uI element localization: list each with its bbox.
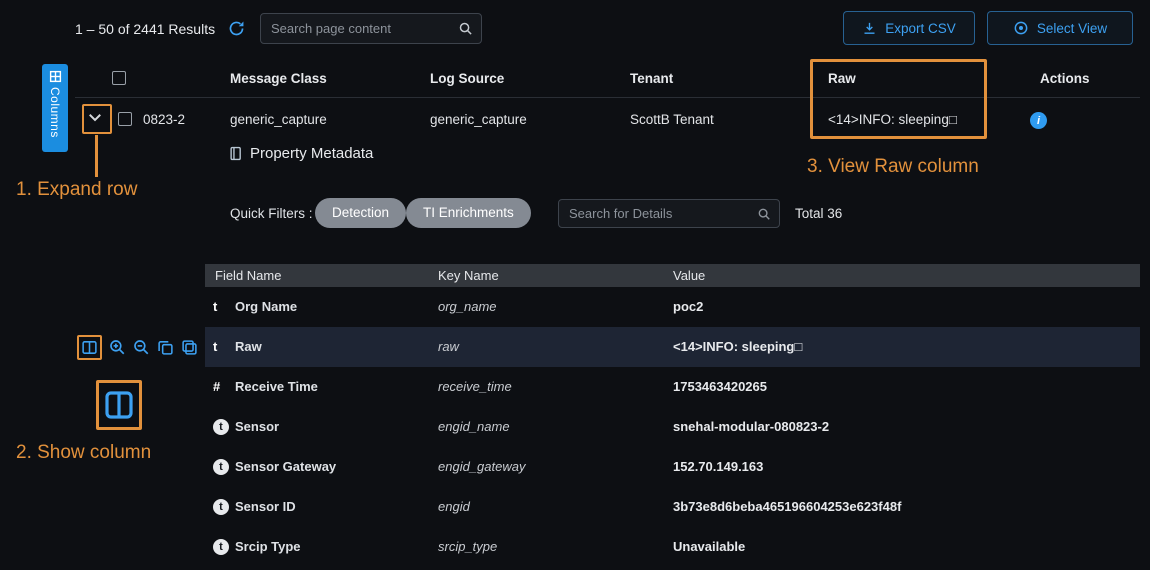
detail-key-name: engid: [438, 487, 470, 527]
results-count: 1 – 50 of 2441 Results: [75, 21, 215, 37]
search-icon: [757, 207, 779, 221]
detail-row[interactable]: t Sensor ID engid 3b73e8d6beba465196604253e…: [205, 487, 1140, 527]
detail-value: 152.70.149.163: [673, 447, 763, 487]
page-search-input[interactable]: [261, 21, 458, 36]
column-header-actions: Actions: [1040, 71, 1090, 86]
refresh-icon[interactable]: [228, 20, 245, 42]
total-count: Total 36: [795, 206, 842, 221]
detail-field-name: Org Name: [235, 287, 297, 327]
detail-row[interactable]: t Sensor Gateway engid_gateway 152.70.149.1…: [205, 447, 1140, 487]
detail-field-name: Sensor: [235, 407, 279, 447]
detail-key-name: raw: [438, 327, 459, 367]
eye-icon: [1013, 20, 1029, 36]
number-type-icon: #: [213, 367, 220, 407]
detail-row[interactable]: t Sensor engid_name snehal-modular-080823-2: [205, 407, 1140, 447]
detail-field-name: Sensor Gateway: [235, 447, 336, 487]
copy-icon[interactable]: [157, 339, 174, 356]
show-column-icon-large[interactable]: [103, 388, 135, 422]
text-type-icon: t: [213, 327, 217, 367]
select-view-button[interactable]: Select View: [987, 11, 1133, 45]
expanded-panel-title: Property Metadata: [250, 145, 373, 162]
download-icon: [862, 21, 877, 36]
detail-value: 1753463420265: [673, 367, 767, 407]
column-header-log-source[interactable]: Log Source: [430, 71, 504, 86]
row-log-source: generic_capture: [430, 112, 527, 127]
detail-value: 3b73e8d6beba465196604253e623f48f: [673, 487, 901, 527]
zoom-out-icon[interactable]: [132, 338, 150, 356]
detail-row[interactable]: t Raw raw <14>INFO: sleeping□: [205, 327, 1140, 367]
row-info-icon[interactable]: i: [1030, 112, 1047, 129]
detail-value: <14>INFO: sleeping□: [673, 327, 802, 367]
columns-button-label: Columns: [48, 87, 62, 138]
detail-key-name: srcip_type: [438, 527, 497, 567]
export-csv-label: Export CSV: [885, 21, 956, 36]
columns-button[interactable]: Columns: [42, 64, 68, 152]
text-type-icon: t: [213, 539, 229, 555]
expand-row-chevron[interactable]: [86, 108, 104, 126]
detail-row[interactable]: # Receive Time receive_time 1753463420265: [205, 367, 1140, 407]
book-icon: [228, 146, 243, 161]
row-id: 0823-2: [143, 112, 185, 127]
detail-value: poc2: [673, 287, 703, 327]
quick-filters-label: Quick Filters :: [230, 206, 313, 221]
detail-table-header: Field Name Key Name Value: [205, 264, 1140, 287]
column-header-message-class[interactable]: Message Class: [230, 71, 327, 86]
header-divider: [75, 97, 1140, 98]
row-raw-value: <14>INFO: sleeping□: [828, 112, 957, 127]
detail-rows-list: t Org Name org_name poc2 t Raw raw <14>INFO: sl…: [205, 287, 1140, 567]
show-column-icon[interactable]: [81, 339, 98, 356]
select-view-label: Select View: [1037, 21, 1107, 36]
detail-header-field-name: Field Name: [215, 264, 281, 287]
select-all-checkbox[interactable]: [112, 71, 126, 85]
detail-key-name: receive_time: [438, 367, 512, 407]
detail-field-name: Sensor ID: [235, 487, 296, 527]
column-header-tenant[interactable]: Tenant: [630, 71, 673, 86]
detail-key-name: engid_name: [438, 407, 510, 447]
zoom-in-icon[interactable]: [108, 338, 126, 356]
columns-grid-icon: [49, 70, 62, 83]
detail-value: Unavailable: [673, 527, 745, 567]
text-type-icon: t: [213, 287, 217, 327]
detail-row[interactable]: t Org Name org_name poc2: [205, 287, 1140, 327]
text-type-icon: t: [213, 459, 229, 475]
detail-value: snehal-modular-080823-2: [673, 407, 829, 447]
duplicate-icon[interactable]: [181, 339, 198, 356]
annotation-expand-row-label: 1. Expand row: [16, 179, 137, 201]
row-tenant: ScottB Tenant: [630, 112, 714, 127]
detail-field-name: Receive Time: [235, 367, 318, 407]
details-search-input[interactable]: [559, 206, 757, 221]
text-type-icon: t: [213, 499, 229, 515]
row-message-class: generic_capture: [230, 112, 327, 127]
detail-field-name: Srcip Type: [235, 527, 301, 567]
detail-key-name: engid_gateway: [438, 447, 525, 487]
detail-header-value: Value: [673, 264, 705, 287]
annotation-view-raw-label: 3. View Raw column: [807, 156, 979, 178]
detail-field-name: Raw: [235, 327, 262, 367]
text-type-icon: t: [213, 419, 229, 435]
search-icon: [458, 21, 481, 36]
detail-header-key-name: Key Name: [438, 264, 499, 287]
row-checkbox[interactable]: [118, 112, 132, 126]
filter-detection[interactable]: Detection: [315, 198, 406, 228]
annotation-show-column-label: 2. Show column: [16, 442, 151, 464]
log-viewer-page: 1 – 50 of 2441 Results Export CSV Select…: [0, 0, 1150, 570]
details-search-box: [558, 199, 780, 228]
export-csv-button[interactable]: Export CSV: [843, 11, 975, 45]
page-search-box: [260, 13, 482, 44]
filter-ti-enrichments[interactable]: TI Enrichments: [406, 198, 531, 228]
detail-key-name: org_name: [438, 287, 497, 327]
detail-row[interactable]: t Srcip Type srcip_type Unavailable: [205, 527, 1140, 567]
column-header-raw[interactable]: Raw: [828, 71, 856, 86]
annotation-expand-row-line: [95, 135, 98, 177]
